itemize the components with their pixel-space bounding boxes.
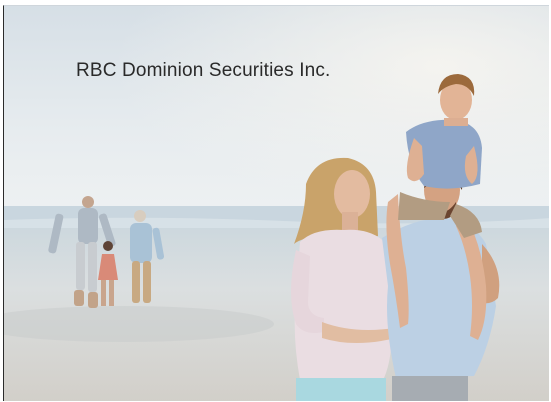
photo-frame: RBC Dominion Securities Inc. <box>3 5 549 401</box>
company-name-caption: RBC Dominion Securities Inc. <box>76 60 331 81</box>
